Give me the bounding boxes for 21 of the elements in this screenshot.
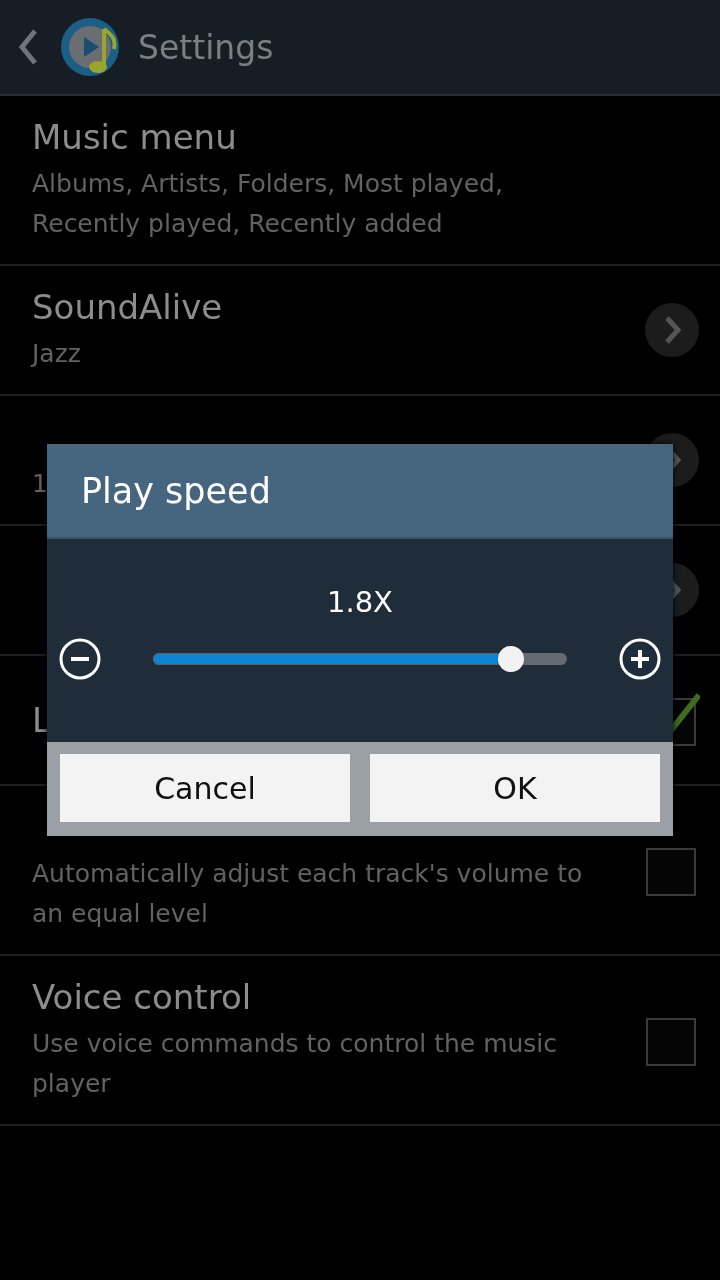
setting-summary: Use voice commands to control the music player	[32, 1028, 559, 1100]
settings-item[interactable]: Voice control Use voice commands to control the music player	[0, 956, 720, 1126]
cancel-button[interactable]: Cancel	[60, 754, 350, 822]
setting-summary: 1	[32, 468, 48, 500]
dialog-title: Play speed	[81, 470, 271, 511]
chevron-right-icon[interactable]	[644, 302, 700, 358]
back-icon[interactable]	[18, 29, 38, 65]
settings-item[interactable]: SoundAlive Jazz	[0, 266, 720, 396]
setting-summary: Albums, Artists, Folders, Most played, Recently played, Recently added	[32, 168, 504, 240]
setting-title: SoundAlive	[32, 286, 223, 328]
setting-title: Music menu	[32, 116, 237, 158]
screen-title: Settings	[138, 27, 274, 67]
setting-summary: Jazz	[32, 338, 81, 370]
speed-value: 1.8X	[327, 585, 393, 619]
setting-summary: Automatically adjust each track's volume to an equal level	[32, 858, 584, 930]
slider-thumb[interactable]	[498, 646, 525, 672]
ok-button[interactable]: OK	[370, 754, 660, 822]
setting-title: Voice control	[32, 976, 252, 1018]
plus-icon[interactable]	[618, 637, 662, 681]
settings-item[interactable]: Music menu Albums, Artists, Folders, Most played, Recently played, Recently added	[0, 96, 720, 266]
minus-icon[interactable]	[58, 637, 102, 681]
